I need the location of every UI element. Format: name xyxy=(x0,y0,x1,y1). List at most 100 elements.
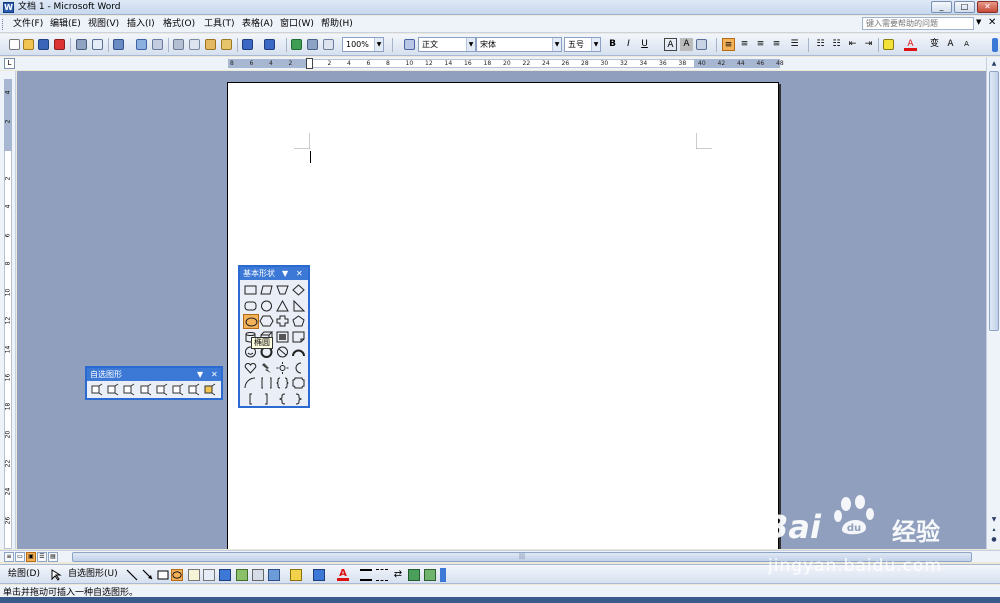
trapezoid-icon[interactable] xyxy=(275,283,291,298)
palette-dropdown-icon[interactable]: ▼ xyxy=(282,267,288,280)
decrease-indent-button[interactable]: ⇤ xyxy=(846,38,859,51)
scroll-down-icon[interactable]: ▼ xyxy=(989,515,999,525)
cut-icon[interactable] xyxy=(173,39,184,50)
menubar-grip[interactable] xyxy=(2,19,5,30)
chevron-down-icon[interactable]: ▼ xyxy=(552,38,561,51)
research2-icon[interactable] xyxy=(152,39,163,50)
menu-tools[interactable]: 工具(T) xyxy=(201,18,238,31)
menu-file[interactable]: 文件(F) xyxy=(10,18,46,31)
previous-page-icon[interactable]: ▴ xyxy=(989,525,999,535)
diagram-icon[interactable] xyxy=(236,569,248,581)
highlight-icon[interactable] xyxy=(883,39,894,50)
cross-icon[interactable] xyxy=(275,314,291,329)
permission-icon[interactable] xyxy=(54,39,65,50)
normal-view-icon[interactable]: ≡ xyxy=(4,552,14,562)
toolbar-options-icon[interactable] xyxy=(992,38,998,52)
rounded-rectangle-icon[interactable] xyxy=(243,299,259,314)
rectangle-icon[interactable] xyxy=(243,283,259,298)
tab-selector[interactable]: L xyxy=(4,58,15,69)
spelling-icon[interactable] xyxy=(113,39,124,50)
more-autoshapes-icon[interactable] xyxy=(203,383,219,398)
no-symbol-icon[interactable] xyxy=(275,345,291,360)
save-icon[interactable] xyxy=(38,39,49,50)
format-painter-icon[interactable] xyxy=(221,39,232,50)
sun-icon[interactable] xyxy=(275,361,291,376)
minimize-button[interactable]: _ xyxy=(931,1,952,13)
diamond-icon[interactable] xyxy=(291,283,307,298)
indent-marker[interactable] xyxy=(306,58,313,69)
insert-table-icon[interactable] xyxy=(323,39,334,50)
font-select[interactable]: 宋体 ▼ xyxy=(476,37,562,52)
left-brace-icon[interactable] xyxy=(275,392,291,407)
line-style-icon[interactable] xyxy=(360,569,372,581)
menu-help[interactable]: 帮助(H) xyxy=(318,18,356,31)
right-triangle-icon[interactable] xyxy=(291,299,307,314)
print-layout-icon[interactable]: ▣ xyxy=(26,552,36,562)
chevron-down-icon[interactable]: ▼ xyxy=(466,38,475,51)
align-left-button[interactable]: ≡ xyxy=(722,38,735,51)
help-dropdown-icon[interactable]: ▼ xyxy=(976,18,981,26)
3d-style-icon[interactable] xyxy=(424,569,436,581)
hyperlink-icon[interactable] xyxy=(291,39,302,50)
font-size-select[interactable]: 五号 ▼ xyxy=(564,37,601,52)
callouts-icon[interactable] xyxy=(187,383,203,398)
grow-font-button[interactable]: A xyxy=(944,38,957,51)
basic-shapes-palette-title[interactable]: 基本形状 ▼ ✕ xyxy=(240,267,308,280)
scroll-thumb[interactable] xyxy=(989,71,999,331)
lightning-bolt-icon[interactable] xyxy=(259,361,275,376)
menu-view[interactable]: 视图(V) xyxy=(85,18,122,31)
arrow-icon[interactable] xyxy=(142,569,154,581)
draw-menu[interactable]: 绘图(D) xyxy=(8,568,40,581)
align-center-button[interactable]: ≡ xyxy=(738,38,751,51)
character-shading-button[interactable]: A xyxy=(680,38,693,51)
heart-icon[interactable] xyxy=(243,361,259,376)
fill-color-icon[interactable] xyxy=(290,569,302,581)
connectors-icon[interactable] xyxy=(106,383,122,398)
chevron-down-icon[interactable]: ▼ xyxy=(591,38,600,51)
clip-art-icon[interactable] xyxy=(252,569,264,581)
italic-button[interactable]: I xyxy=(622,38,635,51)
toolbar-options-icon[interactable] xyxy=(440,568,446,582)
align-right-button[interactable]: ≡ xyxy=(754,38,767,51)
octagon-icon[interactable] xyxy=(259,299,275,314)
arc-icon[interactable] xyxy=(243,376,259,391)
arrow-style-icon[interactable]: ⇄ xyxy=(392,569,404,581)
left-bracket-icon[interactable] xyxy=(243,392,259,407)
outline-view-icon[interactable]: ☰ xyxy=(37,552,47,562)
bullets-button[interactable]: ☷ xyxy=(830,38,843,51)
select-objects-icon[interactable] xyxy=(50,569,62,581)
distributed-button[interactable]: ≡ xyxy=(770,38,783,51)
flowchart-icon[interactable] xyxy=(155,383,171,398)
chevron-down-icon[interactable]: ▼ xyxy=(374,38,383,51)
vertical-text-box-icon[interactable] xyxy=(203,569,215,581)
basic-shapes-icon[interactable] xyxy=(122,383,138,398)
scroll-up-icon[interactable]: ▲ xyxy=(989,59,999,69)
reading-view-icon[interactable]: ▤ xyxy=(48,552,58,562)
numbering-button[interactable]: ☷ xyxy=(814,38,827,51)
line-color-icon[interactable] xyxy=(313,569,325,581)
block-arrows-icon[interactable] xyxy=(139,383,155,398)
print-icon[interactable] xyxy=(76,39,87,50)
double-bracket-icon[interactable] xyxy=(259,376,275,391)
parallelogram-icon[interactable] xyxy=(259,283,275,298)
stars-banners-icon[interactable] xyxy=(171,383,187,398)
shadow-style-icon[interactable] xyxy=(408,569,420,581)
oval-icon[interactable] xyxy=(171,569,183,581)
close-button[interactable]: ✕ xyxy=(977,1,998,13)
wordart-icon[interactable] xyxy=(219,569,231,581)
moon-icon[interactable] xyxy=(291,361,307,376)
browse-object-icon[interactable]: ● xyxy=(989,535,999,545)
bevel-icon[interactable] xyxy=(275,330,291,345)
menu-edit[interactable]: 编辑(E) xyxy=(47,18,84,31)
print-preview-icon[interactable] xyxy=(92,39,103,50)
copy-icon[interactable] xyxy=(189,39,200,50)
open-folder-icon[interactable] xyxy=(23,39,34,50)
triangle-icon[interactable] xyxy=(275,299,291,314)
hexagon-icon[interactable] xyxy=(259,314,275,329)
redo-icon[interactable] xyxy=(264,39,275,50)
picture-icon[interactable] xyxy=(268,569,280,581)
shrink-font-button[interactable]: A xyxy=(960,38,973,51)
bold-button[interactable]: B xyxy=(606,38,619,51)
right-bracket-icon[interactable] xyxy=(259,392,275,407)
new-document-icon[interactable] xyxy=(9,39,20,50)
